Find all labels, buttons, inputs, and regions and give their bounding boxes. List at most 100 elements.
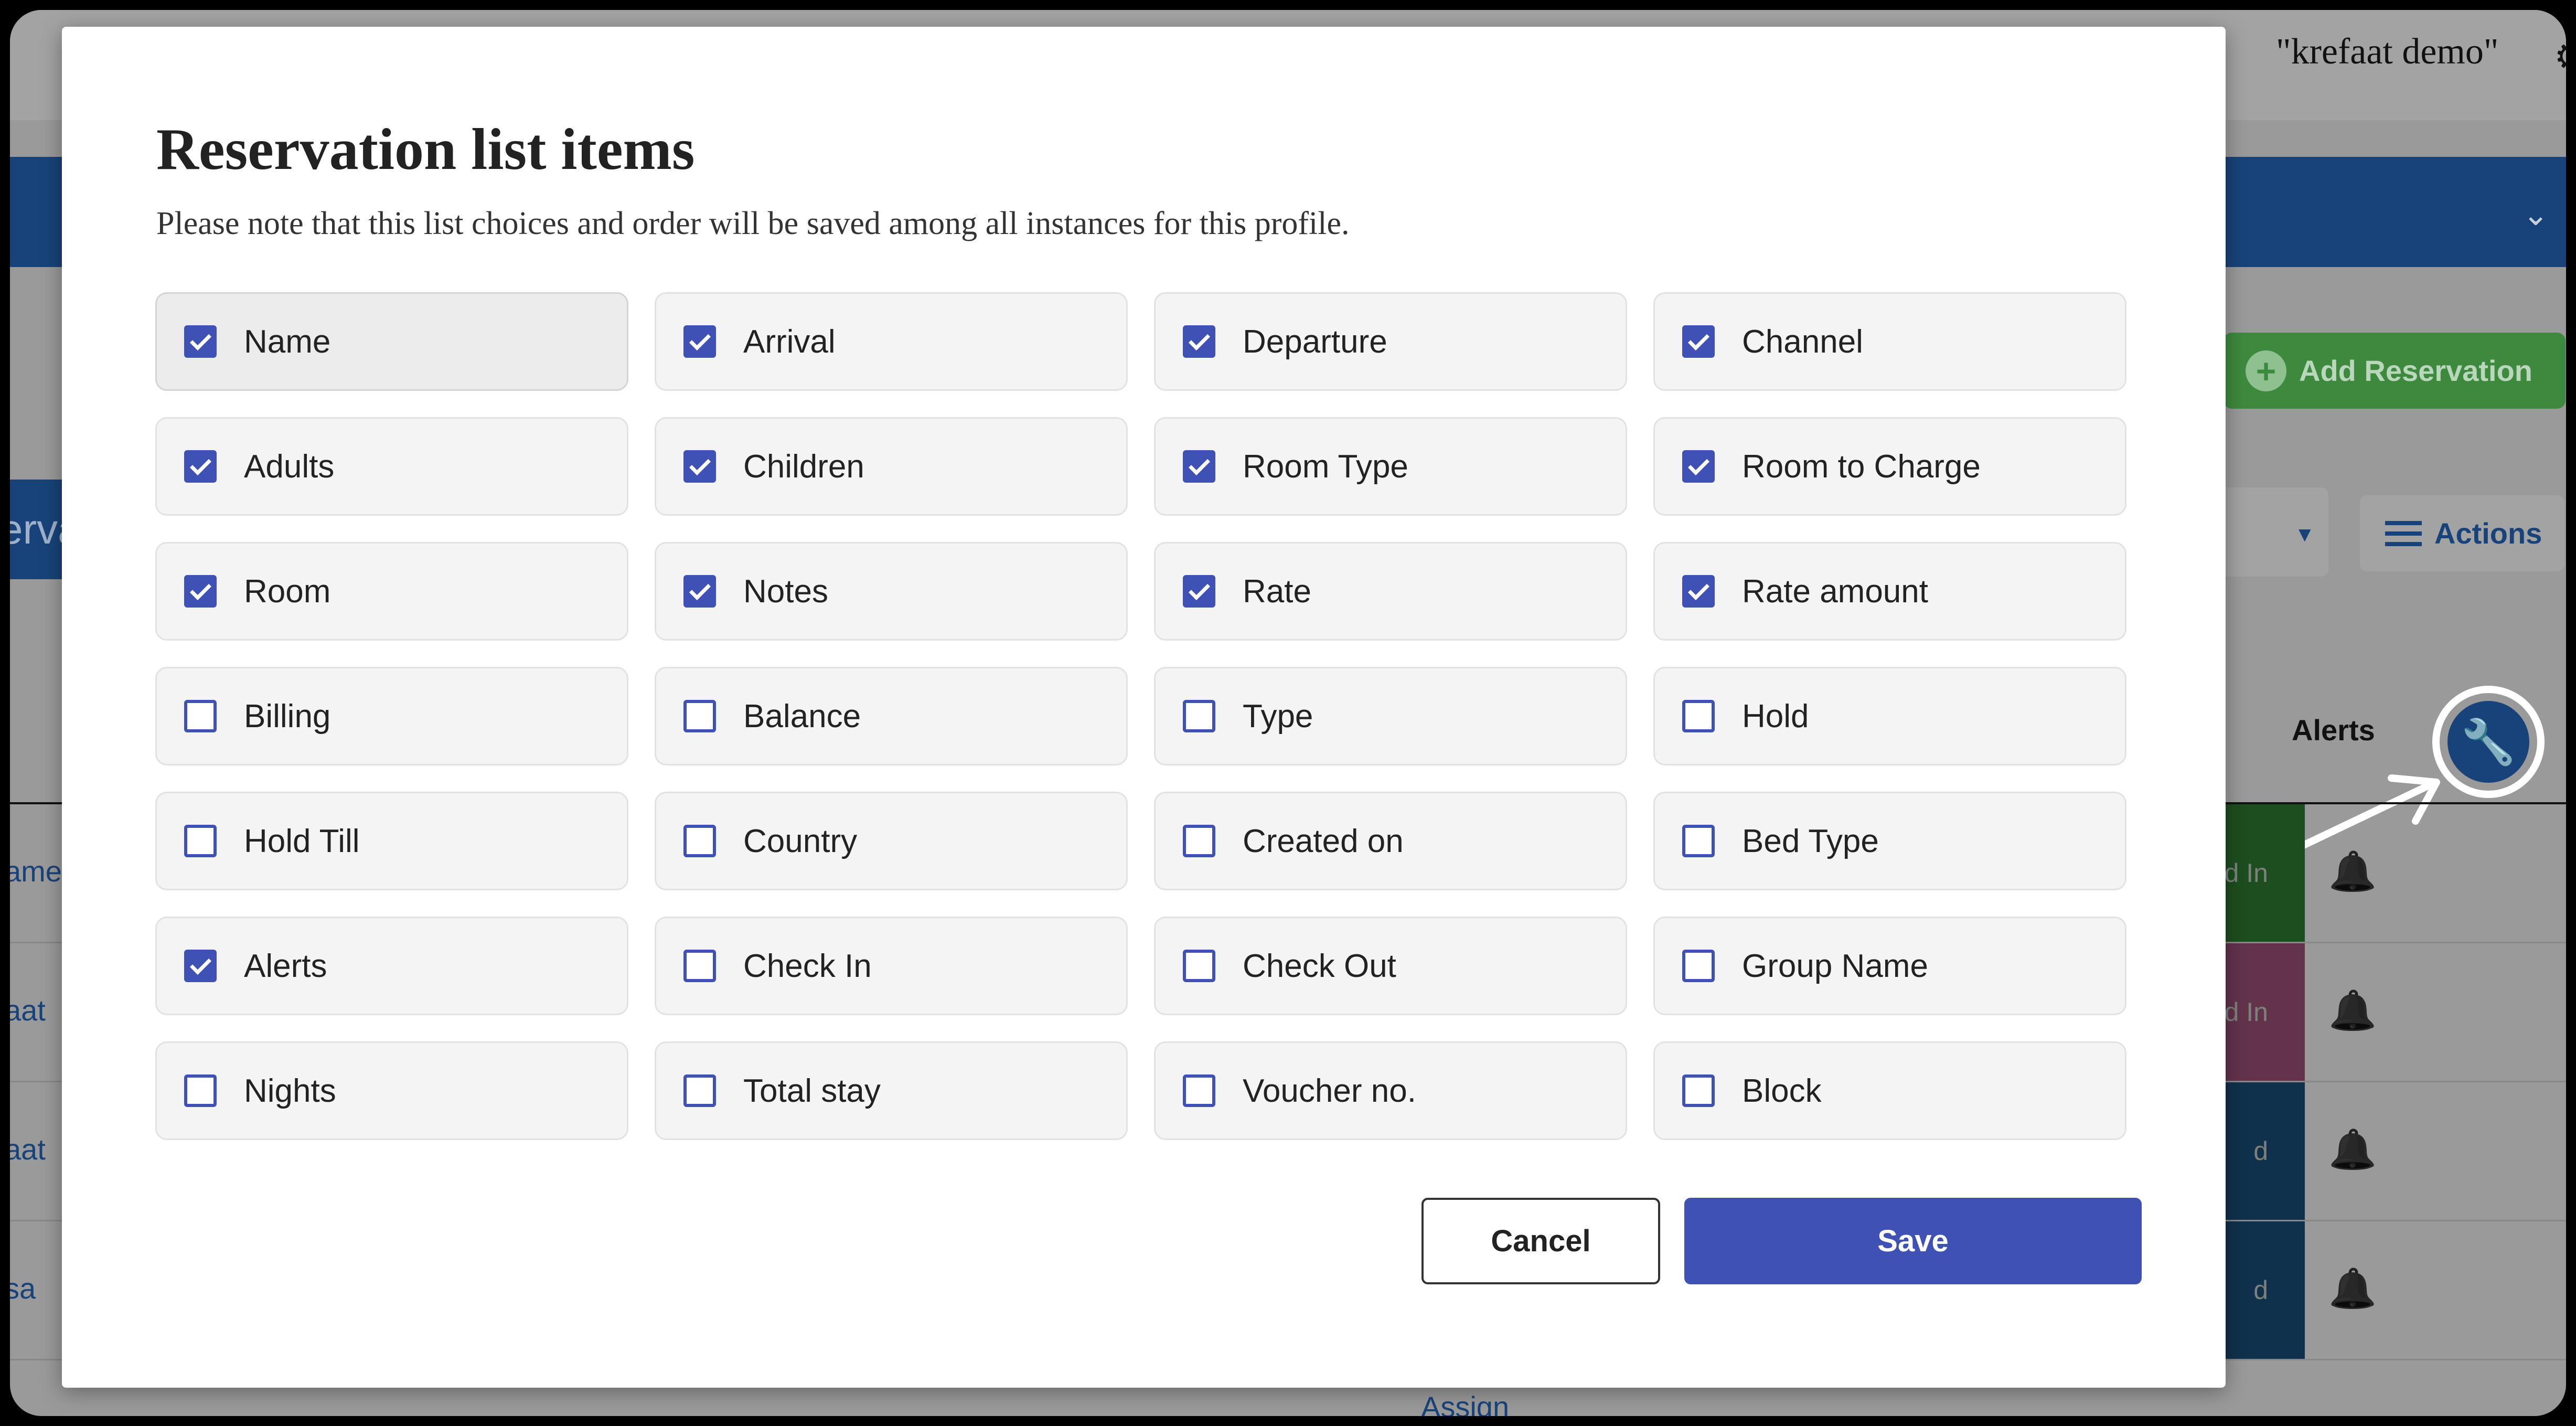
user-name[interactable]: "krefaat demo" [2276,31,2498,73]
column-option[interactable]: Notes [655,542,1128,641]
checkbox-checked[interactable] [184,450,217,483]
checkbox-checked[interactable] [184,575,217,608]
column-option-label: Created on [1243,823,1404,859]
column-option-label: Type [1243,698,1313,735]
column-option[interactable]: Check Out [1154,917,1627,1015]
bell-icon[interactable]: 🔔 [2328,988,2377,1034]
gear-icon[interactable]: ⚙ [2554,35,2566,78]
column-option[interactable]: Adults [155,417,628,516]
column-option-label: Balance [743,698,861,735]
column-option[interactable]: Nights [155,1041,628,1140]
checkbox-unchecked[interactable] [1183,700,1215,732]
checkbox-checked[interactable] [683,575,716,608]
column-option[interactable]: Room to Charge [1653,417,2126,516]
guest-name-link[interactable]: sa [10,1271,36,1305]
column-option[interactable]: Check In [655,917,1128,1015]
column-choices-grid: Name Arrival Departure Channel Adults Childre… [155,292,2126,1140]
guest-name-link[interactable]: aat [10,993,46,1027]
column-option[interactable]: Type [1154,667,1627,765]
add-reservation-label: Add Reservation [2299,354,2532,387]
checkbox-checked[interactable] [1682,325,1715,358]
checkbox-unchecked[interactable] [1682,825,1715,857]
column-option[interactable]: Hold [1653,667,2126,765]
plus-icon: + [2246,350,2286,391]
checkbox-unchecked[interactable] [683,950,716,982]
column-option-label: Check In [743,948,872,984]
wrench-icon: 🔧 [2447,701,2529,783]
column-option[interactable]: Billing [155,667,628,765]
column-option[interactable]: Total stay [655,1041,1128,1140]
column-option[interactable]: Name [155,292,628,391]
column-option-label: Children [743,448,864,485]
column-option[interactable]: Rate amount [1653,542,2126,641]
column-option[interactable]: Group Name [1653,917,2126,1015]
column-option[interactable]: Created on [1154,792,1627,890]
column-option-label: Room to Charge [1742,448,1981,485]
column-option[interactable]: Voucher no. [1154,1041,1627,1140]
column-option-label: Arrival [743,323,836,360]
actions-button[interactable]: Actions [2360,495,2564,571]
hamburger-icon [2385,520,2422,546]
column-option-label: Alerts [244,948,327,984]
add-reservation-button[interactable]: + Add Reservation [2224,333,2566,409]
checkbox-unchecked[interactable] [1183,825,1215,857]
column-option-label: Total stay [743,1072,881,1109]
column-option[interactable]: Block [1653,1041,2126,1140]
column-settings-button[interactable]: 🔧 [2432,686,2545,798]
assign-link[interactable]: Assign [1421,1390,1509,1416]
column-option[interactable]: Channel [1653,292,2126,391]
column-option-label: Room [244,573,331,610]
checkbox-unchecked[interactable] [1682,1074,1715,1107]
chevron-down-icon[interactable]: ⌄ [2522,196,2549,233]
checkbox-checked[interactable] [683,325,716,358]
checkbox-unchecked[interactable] [184,1074,217,1107]
bell-icon[interactable]: 🔔 [2328,849,2377,895]
column-option[interactable]: Room [155,542,628,641]
checkbox-checked[interactable] [1682,450,1715,483]
checkbox-checked[interactable] [1183,575,1215,608]
guest-name-link[interactable]: aat [10,1132,46,1166]
checkbox-checked[interactable] [683,450,716,483]
column-option[interactable]: Children [655,417,1128,516]
column-option[interactable]: Departure [1154,292,1627,391]
checkbox-unchecked[interactable] [683,825,716,857]
checkbox-unchecked[interactable] [683,700,716,732]
checkbox-checked[interactable] [1183,450,1215,483]
column-option-label: Adults [244,448,335,485]
checkbox-unchecked[interactable] [1183,950,1215,982]
checkbox-checked[interactable] [184,950,217,982]
checkbox-checked[interactable] [1183,325,1215,358]
checkbox-unchecked[interactable] [1682,950,1715,982]
dialog-title: Reservation list items [156,117,695,182]
column-option-label: Block [1742,1072,1822,1109]
column-option[interactable]: Alerts [155,917,628,1015]
app-window: "krefaat demo" ⚙ ⌄ + Add Reservation erv… [10,10,2566,1416]
checkbox-unchecked[interactable] [184,825,217,857]
column-option[interactable]: Bed Type [1653,792,2126,890]
checkbox-unchecked[interactable] [184,700,217,732]
column-option-label: Name [244,323,331,360]
column-option[interactable]: Room Type [1154,417,1627,516]
column-option-label: Departure [1243,323,1387,360]
column-option-label: Bed Type [1742,823,1879,859]
bell-icon[interactable]: 🔔 [2328,1127,2377,1173]
checkbox-unchecked[interactable] [683,1074,716,1107]
column-option[interactable]: Rate [1154,542,1627,641]
checkbox-unchecked[interactable] [1682,700,1715,732]
column-option[interactable]: Hold Till [155,792,628,890]
checkbox-checked[interactable] [184,325,217,358]
column-option-label: Voucher no. [1243,1072,1416,1109]
bell-icon[interactable]: 🔔 [2328,1266,2377,1312]
guest-name-link[interactable]: ame [10,854,62,888]
column-option[interactable]: Country [655,792,1128,890]
checkbox-checked[interactable] [1682,575,1715,608]
dialog-subtitle: Please note that this list choices and o… [156,206,1350,241]
column-option[interactable]: Balance [655,667,1128,765]
column-option[interactable]: Arrival [655,292,1128,391]
cancel-button[interactable]: Cancel [1421,1198,1660,1284]
column-option-label: Rate amount [1742,573,1928,610]
column-option-label: Check Out [1243,948,1396,984]
save-button[interactable]: Save [1684,1198,2142,1284]
column-option-label: Channel [1742,323,1863,360]
checkbox-unchecked[interactable] [1183,1074,1215,1107]
